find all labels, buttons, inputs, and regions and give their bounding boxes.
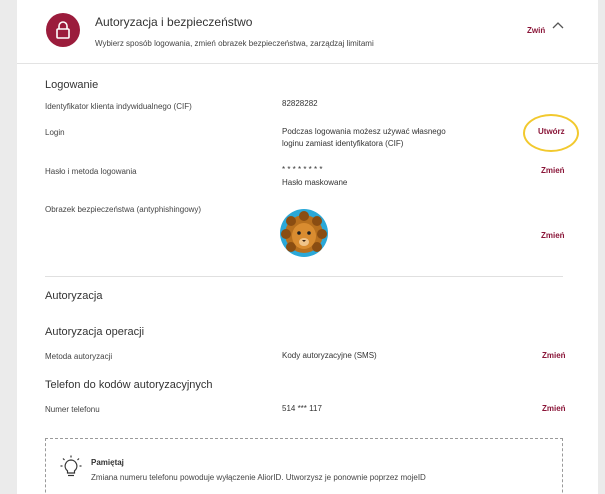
auth-method-label: Metoda autoryzacji <box>45 352 113 361</box>
create-login-button[interactable]: Utwórz <box>538 127 565 136</box>
password-mask: * * * * * * * * <box>282 165 323 174</box>
divider <box>45 276 563 277</box>
login-section-title: Logowanie <box>45 79 99 91</box>
lightbulb-icon <box>60 455 82 477</box>
section-title: Autoryzacja i bezpieczeństwo <box>95 15 253 29</box>
section-subtitle: Wybierz sposób logowania, zmień obrazek … <box>95 39 374 48</box>
change-phone-button[interactable]: Zmień <box>542 404 566 413</box>
collapse-button[interactable]: Zwiń <box>527 26 545 35</box>
change-password-button[interactable]: Zmień <box>541 166 565 175</box>
auth-section-title: Autoryzacja <box>45 290 103 302</box>
login-label: Login <box>45 128 65 137</box>
phone-value: 514 *** 117 <box>282 404 322 413</box>
change-image-button[interactable]: Zmień <box>541 231 565 240</box>
notice-box: Pamiętaj Zmiana numeru telefonu powoduje… <box>45 438 563 494</box>
notice-text: Zmiana numeru telefonu powoduje wyłączen… <box>91 473 426 482</box>
section-header[interactable]: Autoryzacja i bezpieczeństwo Wybierz spo… <box>17 0 598 64</box>
password-method: Hasło maskowane <box>282 178 348 187</box>
cif-label: Identyfikator klienta indywidualnego (CI… <box>45 102 192 111</box>
auth-operations-title: Autoryzacja operacji <box>45 326 145 338</box>
chevron-up-icon[interactable] <box>551 20 565 30</box>
notice-title: Pamiętaj <box>91 458 124 467</box>
change-auth-method-button[interactable]: Zmień <box>542 351 566 360</box>
login-value-line1: Podczas logowania możesz używać własnego <box>282 127 446 136</box>
cif-value: 82828282 <box>282 99 318 108</box>
phone-label: Numer telefonu <box>45 405 100 414</box>
phone-section-title: Telefon do kodów autoryzacyjnych <box>45 379 213 391</box>
login-value-line2: loginu zamiast identyfikatora (CIF) <box>282 139 404 148</box>
settings-card: Autoryzacja i bezpieczeństwo Wybierz spo… <box>17 0 598 494</box>
password-label: Hasło i metoda logowania <box>45 167 137 176</box>
auth-method-value: Kody autoryzacyjne (SMS) <box>282 351 377 360</box>
security-image <box>280 209 328 257</box>
security-image-label: Obrazek bezpieczeństwa (antyphishingowy) <box>45 205 202 214</box>
lock-icon <box>46 13 80 47</box>
